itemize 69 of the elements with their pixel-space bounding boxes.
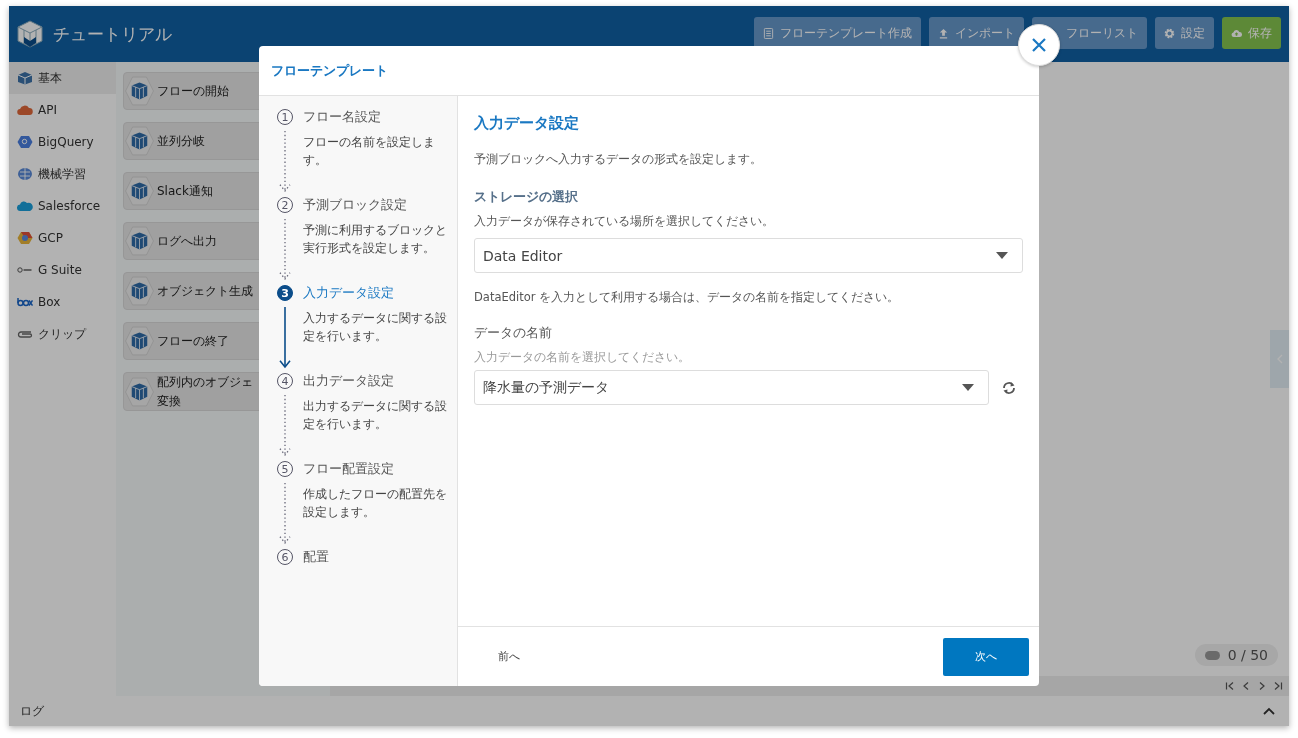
cloud-icon xyxy=(17,103,33,117)
dotted-arrow-connector xyxy=(279,131,291,193)
block-label: Slack通知 xyxy=(157,182,213,200)
storage-hint: 入力データが保存されている場所を選択してください。 xyxy=(474,213,775,230)
next-button[interactable]: 次へ xyxy=(943,637,1029,676)
step-title[interactable]: フロー配置設定 xyxy=(303,460,394,478)
upload-icon xyxy=(938,27,949,39)
dotted-arrow-connector xyxy=(279,219,291,281)
block-label: ログへ出力 xyxy=(157,232,217,250)
panel-toggle-tab[interactable] xyxy=(1270,330,1289,388)
storage-heading: ストレージの選択 xyxy=(474,188,579,206)
cube-icon xyxy=(124,74,155,108)
next-icon[interactable] xyxy=(1257,681,1267,691)
sidebar-item[interactable]: Box xyxy=(9,286,116,318)
sidebar-item[interactable]: BigQuery xyxy=(9,126,116,158)
block-label: 並列分岐 xyxy=(157,132,205,150)
cloud-upload-icon xyxy=(1231,27,1242,39)
cube-icon xyxy=(17,71,33,85)
cube-logo-icon xyxy=(15,19,45,49)
step-title[interactable]: 配置 xyxy=(303,548,329,566)
previous-icon[interactable] xyxy=(1241,681,1251,691)
block-label: フローの終了 xyxy=(157,332,229,350)
sidebar-item[interactable]: G Suite xyxy=(9,254,116,286)
cloud-icon xyxy=(17,199,33,213)
block-counter: 0 / 50 xyxy=(1194,644,1278,666)
note-text: DataEditor を入力として利用する場合は、データの名前を指定してください。 xyxy=(474,290,901,305)
chevron-up-icon[interactable] xyxy=(1263,707,1275,715)
first-page-icon[interactable] xyxy=(1225,681,1235,691)
back-button[interactable]: 前へ xyxy=(488,643,530,670)
caret-icon xyxy=(962,384,974,391)
log-label: ログ xyxy=(20,702,44,720)
intro-text: 予測ブロックへ入力するデータの形式を設定します。 xyxy=(474,151,763,168)
step-description: 作成したフローの配置先を設定します。 xyxy=(303,486,448,521)
section-heading: 入力データ設定 xyxy=(474,114,580,133)
app-title: チュートリアル xyxy=(53,22,172,46)
sidebar-item[interactable]: API xyxy=(9,94,116,126)
sidebar-item[interactable]: Salesforce xyxy=(9,190,116,222)
hexagon-icon xyxy=(17,231,33,245)
sidebar-item[interactable]: 基本 xyxy=(9,62,116,94)
storage-select[interactable]: Data Editor xyxy=(474,238,1023,273)
step-number: 3 xyxy=(277,285,293,301)
dotted-arrow-connector xyxy=(279,483,291,545)
arrow-connector xyxy=(279,307,291,369)
sidebar-item[interactable]: 機械学習 xyxy=(9,158,116,190)
gear-icon xyxy=(1164,27,1175,39)
last-page-icon[interactable] xyxy=(1273,681,1283,691)
data-name-select[interactable]: 降水量の予測データ xyxy=(474,370,989,405)
caret-icon xyxy=(996,252,1008,259)
hexagon-icon xyxy=(17,135,33,149)
box-logo-icon xyxy=(17,295,33,309)
cube-icon xyxy=(124,224,155,258)
block-label: フローの開始 xyxy=(157,82,229,100)
field-hint: 入力データの名前を選択してください。 xyxy=(474,350,691,365)
field-label: データの名前 xyxy=(474,324,553,342)
block-label: 配列内のオブジェ xyxy=(157,374,253,391)
cube-icon xyxy=(124,274,155,308)
refresh-icon[interactable] xyxy=(1001,379,1017,396)
dotted-arrow-connector xyxy=(279,395,291,457)
cube-icon xyxy=(124,324,155,358)
cube-icon xyxy=(124,124,155,158)
cube-icon xyxy=(124,174,155,208)
log-bar[interactable]: ログ xyxy=(9,696,1289,726)
sidebar-item[interactable]: GCP xyxy=(9,222,116,254)
close-icon xyxy=(1031,37,1047,53)
document-icon xyxy=(763,27,774,39)
block-label: 変換 xyxy=(157,392,182,410)
block-label: オブジェクト生成 xyxy=(157,282,253,300)
cube-icon xyxy=(124,374,155,409)
sidebar-item[interactable]: クリップ xyxy=(9,318,116,350)
